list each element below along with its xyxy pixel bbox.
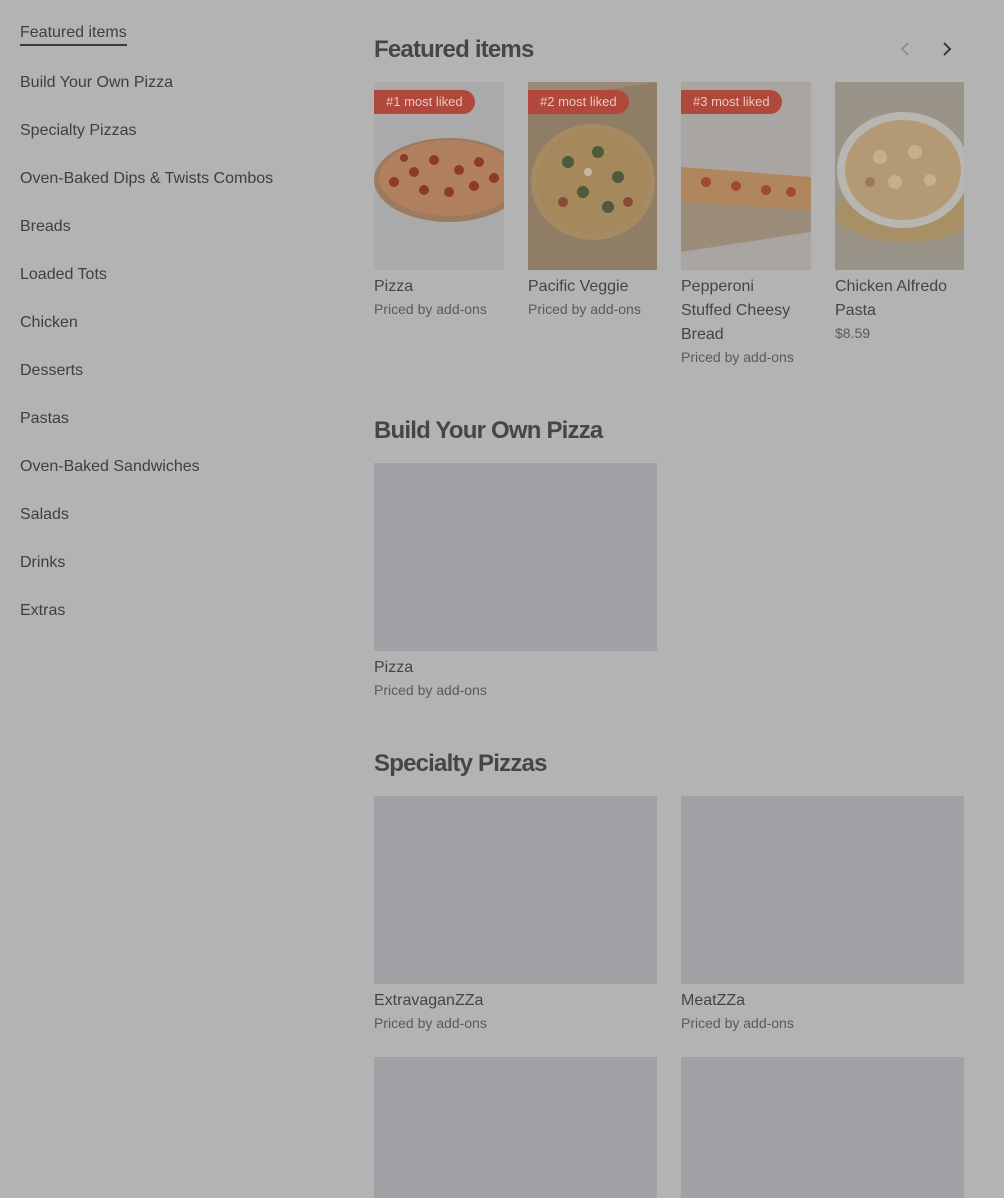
item-image-placeholder — [374, 463, 657, 651]
specialty-card-meatzza[interactable]: MeatZZa Priced by add-ons — [681, 796, 964, 1033]
most-liked-badge: #1 most liked — [374, 90, 475, 114]
item-image-placeholder — [681, 1057, 964, 1198]
category-sidebar: Featured items Build Your Own Pizza Spec… — [20, 22, 320, 648]
featured-card-chicken-alfredo-pasta[interactable]: Chicken Alfredo Pasta $8.59 — [835, 82, 964, 343]
featured-card-pacific-veggie[interactable]: #2 most liked Pacific Veggie Priced by a… — [528, 82, 657, 319]
item-name: Pepperoni Stuffed Cheesy Bread — [681, 278, 791, 343]
byo-card-pizza[interactable]: Pizza Priced by add-ons — [374, 463, 657, 700]
carousel-controls — [890, 36, 964, 62]
sidebar-item-salads[interactable]: Salads — [20, 504, 320, 526]
featured-card-pepperoni-stuffed-cheesy-bread[interactable]: #3 most liked Pepperoni Stuffed Cheesy B… — [681, 82, 811, 367]
item-price: Priced by add-ons — [374, 1015, 487, 1031]
specialty-card-extravaganzza[interactable]: ExtravaganZZa Priced by add-ons — [374, 796, 657, 1033]
item-price: Priced by add-ons — [681, 349, 794, 365]
sidebar-item-oven-baked-dips[interactable]: Oven-Baked Dips & Twists Combos — [20, 168, 320, 190]
sidebar-item-specialty-pizzas[interactable]: Specialty Pizzas — [20, 120, 320, 142]
sidebar-item-build-your-own-pizza[interactable]: Build Your Own Pizza — [20, 72, 320, 94]
sidebar-item-drinks[interactable]: Drinks — [20, 552, 320, 574]
item-name: ExtravaganZZa — [374, 992, 484, 1009]
sidebar-item-loaded-tots[interactable]: Loaded Tots — [20, 264, 320, 286]
sidebar-item-extras[interactable]: Extras — [20, 600, 320, 622]
sidebar-item-pastas[interactable]: Pastas — [20, 408, 320, 430]
chevron-left-icon — [900, 42, 909, 56]
sidebar-item-oven-baked-sandwiches[interactable]: Oven-Baked Sandwiches — [20, 456, 320, 478]
item-image: #1 most liked — [374, 82, 504, 270]
most-liked-badge: #2 most liked — [528, 90, 629, 114]
section-title-specialty-pizzas: Specialty Pizzas — [374, 750, 547, 777]
item-name: Chicken Alfredo Pasta — [835, 278, 948, 319]
carousel-next-button[interactable] — [934, 36, 960, 62]
item-price: Priced by add-ons — [681, 1015, 794, 1031]
featured-card-pizza[interactable]: #1 most liked Pizza Priced by add-ons — [374, 82, 504, 319]
item-image: #3 most liked — [681, 82, 811, 270]
chevron-right-icon — [943, 42, 952, 56]
item-price: Priced by add-ons — [528, 301, 641, 317]
section-title-featured-items: Featured items — [374, 36, 534, 63]
item-name: MeatZZa — [681, 992, 746, 1009]
sidebar-item-chicken[interactable]: Chicken — [20, 312, 320, 334]
item-price: $8.59 — [835, 325, 871, 341]
specialty-card-partial[interactable] — [374, 1057, 657, 1198]
most-liked-badge: #3 most liked — [681, 90, 782, 114]
item-image: #2 most liked — [528, 82, 657, 270]
sidebar-item-desserts[interactable]: Desserts — [20, 360, 320, 382]
item-image-placeholder — [374, 1057, 657, 1198]
sidebar-item-breads[interactable]: Breads — [20, 216, 320, 238]
item-image-placeholder — [374, 796, 657, 984]
item-price: Priced by add-ons — [374, 301, 487, 317]
pasta-photo — [835, 82, 964, 270]
item-name: Pacific Veggie — [528, 278, 629, 295]
section-title-build-your-own-pizza: Build Your Own Pizza — [374, 417, 603, 444]
item-name: Pizza — [374, 278, 414, 295]
carousel-prev-button[interactable] — [892, 36, 918, 62]
item-image-placeholder — [681, 796, 964, 984]
item-price: Priced by add-ons — [374, 682, 487, 698]
item-image — [835, 82, 964, 270]
specialty-card-partial[interactable] — [681, 1057, 964, 1198]
item-name: Pizza — [374, 659, 414, 676]
sidebar-item-featured-items[interactable]: Featured items — [20, 22, 127, 46]
